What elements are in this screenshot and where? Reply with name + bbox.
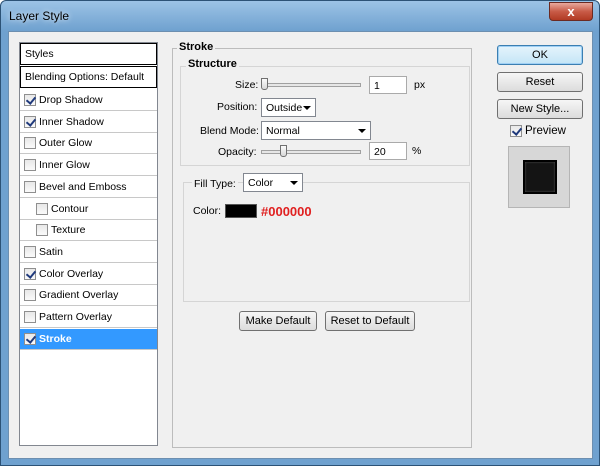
- style-item-color-overlay[interactable]: Color Overlay: [20, 264, 157, 285]
- style-checkbox[interactable]: [36, 224, 48, 237]
- blending-options-item[interactable]: Blending Options: Default: [20, 66, 157, 88]
- opacity-unit: %: [412, 145, 422, 157]
- style-checkbox[interactable]: [24, 311, 36, 323]
- color-label: Color:: [193, 205, 222, 217]
- new-style-button[interactable]: New Style...: [497, 99, 583, 119]
- style-item-satin[interactable]: Satin: [20, 242, 157, 263]
- style-checkbox[interactable]: [24, 267, 36, 280]
- style-item-gradient-overlay[interactable]: Gradient Overlay: [20, 285, 157, 307]
- color-hex-annotation: #000000: [261, 204, 312, 219]
- opacity-input[interactable]: 20: [369, 142, 407, 160]
- blend-mode-label: Blend Mode:: [200, 125, 259, 137]
- layer-style-dialog: Layer Style x Styles Blending Options: D…: [0, 0, 600, 466]
- style-item-stroke[interactable]: Stroke: [20, 328, 157, 350]
- styles-header-label: Styles: [25, 48, 54, 60]
- position-label: Position:: [217, 101, 258, 113]
- chevron-down-icon: [358, 129, 366, 133]
- preview-thumbnail: [523, 160, 557, 194]
- close-icon: x: [567, 4, 575, 19]
- size-unit: px: [414, 79, 426, 91]
- style-checkbox[interactable]: [24, 94, 36, 106]
- style-preview: [508, 146, 570, 208]
- style-item-label: Bevel and Emboss: [39, 180, 127, 193]
- chevron-down-icon: [303, 106, 311, 110]
- structure-title: Structure: [186, 58, 239, 70]
- style-item-inner-shadow[interactable]: Inner Shadow: [20, 112, 157, 133]
- fill-type-label: Fill Type:: [192, 178, 238, 190]
- opacity-label: Opacity:: [218, 146, 257, 158]
- style-item-label: Stroke: [39, 332, 72, 345]
- preview-label: Preview: [525, 125, 566, 137]
- blend-mode-select[interactable]: Normal: [261, 121, 371, 140]
- style-item-label: Color Overlay: [39, 267, 104, 280]
- style-item-bevel-and-emboss[interactable]: Bevel and Emboss: [20, 177, 157, 198]
- style-checkbox[interactable]: [24, 115, 36, 128]
- opacity-slider[interactable]: [261, 150, 361, 154]
- size-input[interactable]: 1: [369, 76, 407, 94]
- style-item-pattern-overlay[interactable]: Pattern Overlay: [20, 307, 157, 328]
- style-item-label: Inner Glow: [39, 159, 90, 172]
- style-checkbox[interactable]: [24, 332, 36, 345]
- fill-type-select[interactable]: Color: [243, 173, 303, 192]
- position-value: Outside: [266, 102, 303, 114]
- style-checkbox[interactable]: [24, 289, 36, 302]
- reset-to-default-button[interactable]: Reset to Default: [325, 311, 415, 331]
- stroke-title: Stroke: [177, 41, 216, 53]
- dialog-body: Styles Blending Options: Default Drop Sh…: [8, 31, 593, 459]
- style-item-label: Contour: [51, 202, 89, 215]
- style-item-label: Drop Shadow: [39, 94, 103, 106]
- style-checkbox[interactable]: [24, 245, 36, 258]
- opacity-slider-thumb[interactable]: [279, 145, 287, 157]
- close-button[interactable]: x: [549, 2, 593, 21]
- style-item-label: Satin: [39, 245, 63, 258]
- style-checkbox[interactable]: [24, 137, 36, 150]
- size-label: Size:: [235, 79, 259, 91]
- style-item-label: Gradient Overlay: [39, 289, 119, 302]
- style-item-texture[interactable]: Texture: [20, 220, 157, 242]
- preview-checkbox[interactable]: [510, 125, 522, 137]
- color-swatch[interactable]: [225, 204, 257, 218]
- fill-group: [183, 182, 470, 302]
- style-item-drop-shadow[interactable]: Drop Shadow: [20, 90, 157, 111]
- make-default-button[interactable]: Make Default: [239, 311, 317, 331]
- style-item-outer-glow[interactable]: Outer Glow: [20, 133, 157, 155]
- styles-list: Styles Blending Options: Default Drop Sh…: [19, 42, 158, 446]
- blending-options-label: Blending Options: Default: [25, 71, 145, 83]
- preview-toggle[interactable]: Preview: [510, 125, 566, 137]
- style-item-contour[interactable]: Contour: [20, 199, 157, 220]
- chevron-down-icon: [290, 181, 298, 185]
- size-slider[interactable]: [261, 83, 361, 87]
- window-title: Layer Style: [9, 9, 70, 23]
- size-slider-thumb[interactable]: [261, 78, 268, 90]
- ok-button[interactable]: OK: [497, 45, 583, 65]
- style-item-label: Texture: [51, 224, 86, 237]
- style-checkbox[interactable]: [24, 159, 36, 172]
- blend-mode-value: Normal: [266, 125, 300, 137]
- reset-button[interactable]: Reset: [497, 72, 583, 92]
- style-item-label: Pattern Overlay: [39, 311, 112, 323]
- style-checkbox[interactable]: [24, 180, 36, 193]
- title-bar[interactable]: Layer Style x: [1, 1, 599, 31]
- style-checkbox[interactable]: [36, 202, 48, 215]
- position-select[interactable]: Outside: [261, 98, 316, 117]
- style-item-label: Inner Shadow: [39, 115, 104, 128]
- style-item-inner-glow[interactable]: Inner Glow: [20, 155, 157, 177]
- style-item-label: Outer Glow: [39, 137, 93, 150]
- fill-type-value: Color: [248, 177, 274, 189]
- styles-header[interactable]: Styles: [20, 43, 157, 65]
